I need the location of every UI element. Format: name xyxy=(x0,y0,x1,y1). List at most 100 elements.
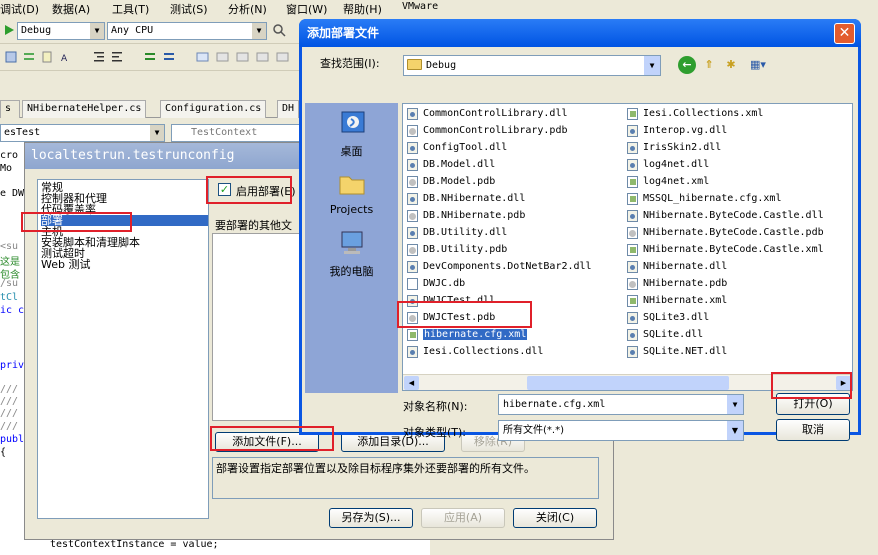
nav-item-web-test[interactable]: Web 测试 xyxy=(41,259,208,270)
menu-debug[interactable]: 调试(D) xyxy=(0,1,39,17)
file-item[interactable]: DB.Utility.dll xyxy=(405,225,507,241)
back-icon[interactable]: ← xyxy=(678,56,696,74)
cancel-button[interactable]: 取消 xyxy=(776,419,850,441)
file-item[interactable]: DevComponents.DotNetBar2.dll xyxy=(405,259,592,275)
apply-button[interactable]: 应用(A) xyxy=(421,508,505,528)
prev-bookmark-icon[interactable] xyxy=(215,50,229,64)
file-name: NHibernate.ByteCode.Castle.dll xyxy=(643,210,824,221)
filetype-label: 对象类型(T): xyxy=(403,426,467,439)
code-line: <su xyxy=(0,241,19,252)
menu-data[interactable]: 数据(A) xyxy=(52,1,90,17)
file-pdb-icon xyxy=(407,176,418,188)
menu-window[interactable]: 窗口(W) xyxy=(286,1,327,17)
member-combo[interactable]: TestContext xyxy=(171,124,301,142)
file-item[interactable]: NHibernate.ByteCode.Castle.dll xyxy=(625,208,824,224)
file-item[interactable]: hibernate.cfg.xml xyxy=(405,327,528,343)
find-icon[interactable] xyxy=(272,23,286,37)
file-item[interactable]: ConfigTool.dll xyxy=(405,140,507,156)
outdent-icon[interactable] xyxy=(92,50,106,64)
scroll-left-icon[interactable]: ◀ xyxy=(404,376,419,390)
file-item[interactable]: DB.NHibernate.pdb xyxy=(405,208,525,224)
comment-icon[interactable] xyxy=(143,50,157,64)
text-editor-toolbar: A xyxy=(0,45,300,71)
file-item[interactable]: DWJC.db xyxy=(405,276,465,292)
file-item[interactable]: SQLite.dll xyxy=(625,327,703,343)
object-browser-icon[interactable] xyxy=(4,50,18,64)
menu-analyze[interactable]: 分析(N) xyxy=(228,1,267,17)
class-combo[interactable]: esTest ▼ xyxy=(0,124,165,142)
tab-partial[interactable]: s xyxy=(0,100,20,118)
menu-vmware[interactable]: VMware xyxy=(402,1,438,12)
file-item[interactable]: DB.Utility.pdb xyxy=(405,242,507,258)
file-name: log4net.xml xyxy=(643,176,710,187)
file-item[interactable]: CommonControlLibrary.dll xyxy=(405,106,568,122)
list-members-icon[interactable] xyxy=(22,50,36,64)
menu-tools[interactable]: 工具(T) xyxy=(112,1,149,17)
file-item[interactable]: IrisSkin2.dll xyxy=(625,140,721,156)
scroll-thumb[interactable] xyxy=(527,376,729,390)
code-line: Mo xyxy=(0,163,13,174)
filetype-combo[interactable]: 所有文件(*.*) ▼ xyxy=(498,420,744,441)
platform-value: Any CPU xyxy=(111,25,154,36)
save-as-button[interactable]: 另存为(S)... xyxy=(329,508,413,528)
code-line: /// xyxy=(0,421,19,432)
file-item[interactable]: Interop.vg.dll xyxy=(625,123,727,139)
file-dll-icon xyxy=(407,193,418,205)
file-item[interactable]: NHibernate.xml xyxy=(625,293,727,309)
file-xml-icon xyxy=(627,108,638,120)
file-item[interactable]: DB.NHibernate.dll xyxy=(405,191,525,207)
file-item[interactable]: Iesi.Collections.xml xyxy=(625,106,763,122)
file-item[interactable]: DB.Model.dll xyxy=(405,157,495,173)
filename-input[interactable]: hibernate.cfg.xml ▼ xyxy=(498,394,744,415)
next-bookmark-icon[interactable] xyxy=(235,50,249,64)
file-item[interactable]: DB.Model.pdb xyxy=(405,174,495,190)
tab-dh[interactable]: DH xyxy=(277,100,300,118)
indent-icon[interactable] xyxy=(110,50,124,64)
file-item[interactable]: NHibernate.pdb xyxy=(625,276,727,292)
up-folder-icon[interactable]: ⇑ xyxy=(700,56,718,74)
file-item[interactable]: MSSQL_hibernate.cfg.xml xyxy=(625,191,781,207)
code-line: publ xyxy=(0,434,25,445)
code-line: /su xyxy=(0,278,19,289)
file-pdb-icon xyxy=(627,278,638,290)
tab-nhibernatehelper[interactable]: NHibernateHelper.cs xyxy=(22,100,147,118)
file-item[interactable]: SQLite.NET.dll xyxy=(625,344,727,360)
platform-combo[interactable]: Any CPU ▼ xyxy=(107,22,267,40)
bookmark-icon[interactable] xyxy=(195,50,209,64)
file-item[interactable]: log4net.dll xyxy=(625,157,709,173)
chevron-down-icon: ▼ xyxy=(252,23,266,39)
file-dll-icon xyxy=(627,312,638,324)
bookmark-window-icon[interactable] xyxy=(275,50,289,64)
file-item[interactable]: Iesi.Collections.dll xyxy=(405,344,543,360)
highlight-deployment-nav xyxy=(21,212,132,232)
file-item[interactable]: SQLite3.dll xyxy=(625,310,709,326)
uncomment-icon[interactable] xyxy=(162,50,176,64)
file-item[interactable]: NHibernate.ByteCode.Castle.xml xyxy=(625,242,824,258)
close-button[interactable]: 关闭(C) xyxy=(513,508,597,528)
file-item[interactable]: CommonControlLibrary.pdb xyxy=(405,123,568,139)
file-list[interactable]: SQLite.NET.dll SQLite.dll SQLite3.dll NHibe… xyxy=(402,103,853,391)
menu-test[interactable]: 测试(S) xyxy=(170,1,208,17)
file-name: Iesi.Collections.dll xyxy=(423,346,544,357)
file-item[interactable]: NHibernate.ByteCode.Castle.pdb xyxy=(625,225,824,241)
place-desktop[interactable]: 桌面 xyxy=(305,109,398,159)
file-item[interactable]: NHibernate.dll xyxy=(625,259,727,275)
solution-config-combo[interactable]: Debug ▼ xyxy=(17,22,105,40)
close-icon[interactable]: ✕ xyxy=(834,23,855,44)
quick-info-icon[interactable] xyxy=(40,50,54,64)
look-in-combo[interactable]: Debug ▼ xyxy=(403,55,661,76)
tab-configuration[interactable]: Configuration.cs xyxy=(160,100,267,118)
document-tabs: s NHibernateHelper.cs Configuration.cs D… xyxy=(0,98,300,118)
place-my-computer[interactable]: 我的电脑 xyxy=(305,229,398,279)
chevron-down-icon: ▼ xyxy=(150,125,164,141)
new-folder-icon[interactable]: ✱ xyxy=(722,56,740,74)
clear-bookmarks-icon[interactable] xyxy=(255,50,269,64)
place-projects[interactable]: Projects xyxy=(305,169,398,216)
start-debug-icon[interactable] xyxy=(2,23,16,37)
complete-word-icon[interactable]: A xyxy=(60,50,74,64)
view-menu-icon[interactable]: ▦▾ xyxy=(746,56,770,74)
places-bar: 桌面 Projects 我的电脑 xyxy=(305,103,398,393)
menu-help[interactable]: 帮助(H) xyxy=(343,1,382,17)
file-item[interactable]: log4net.xml xyxy=(625,174,709,190)
file-name: DB.NHibernate.dll xyxy=(423,193,526,204)
